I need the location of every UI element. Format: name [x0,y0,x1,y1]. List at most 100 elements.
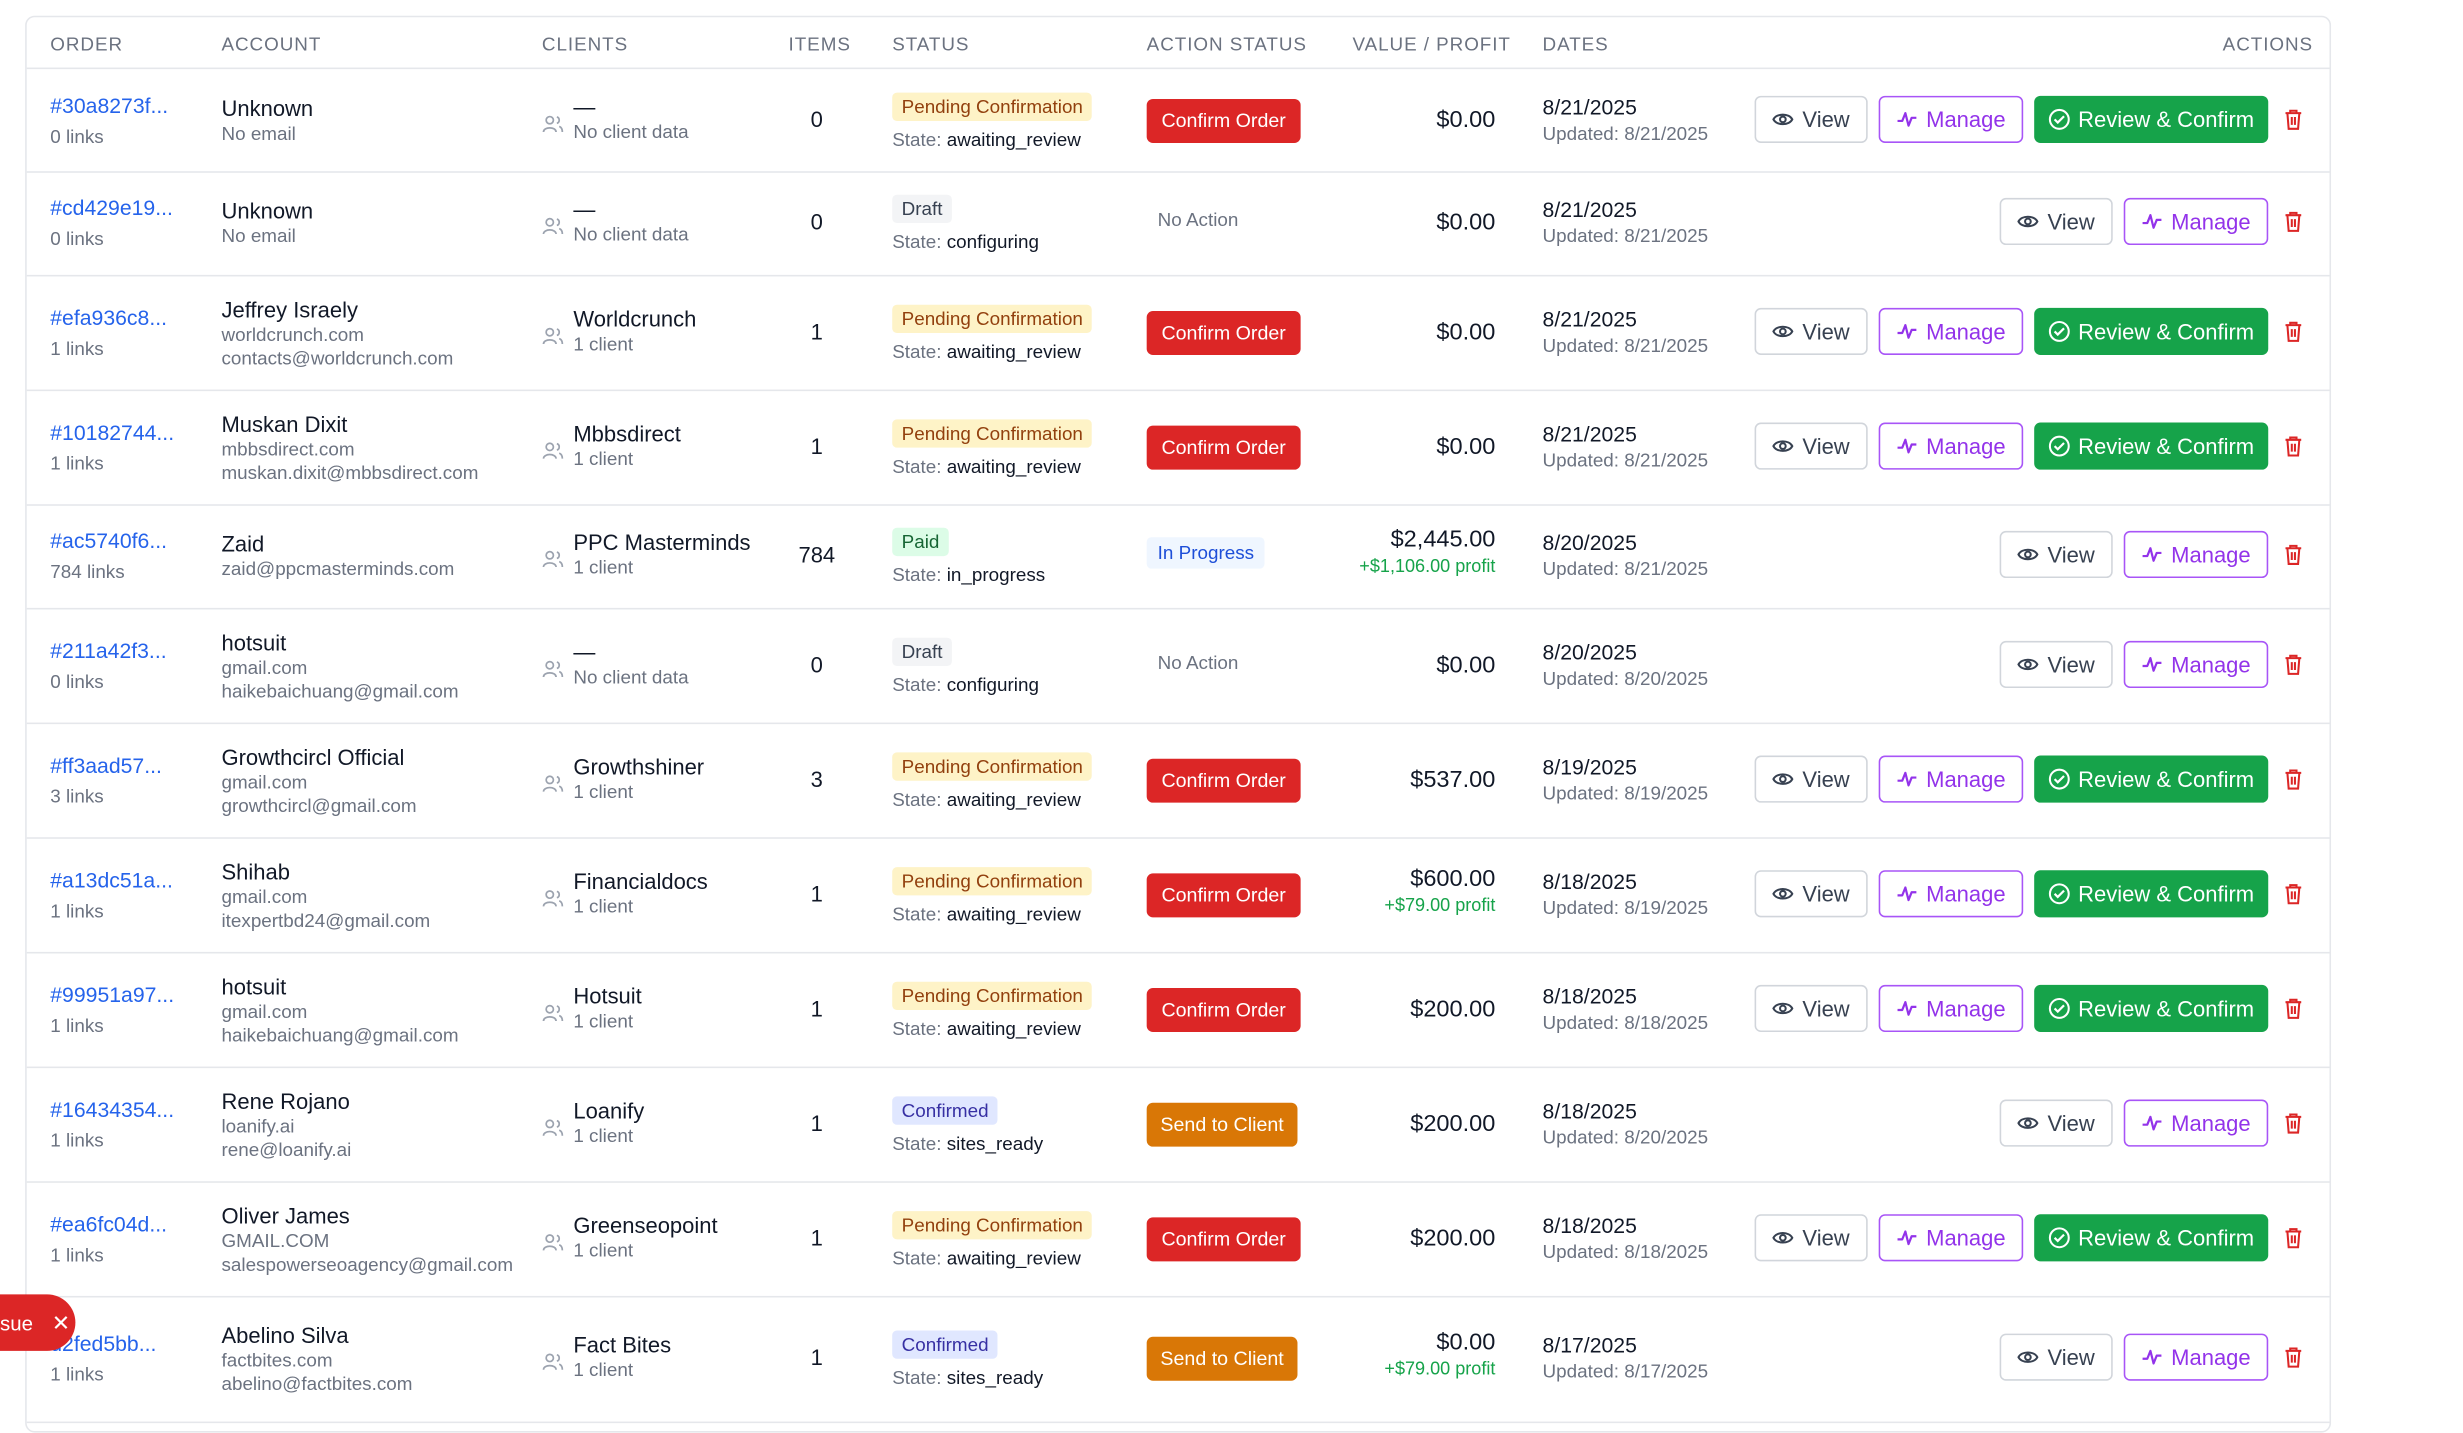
manage-button[interactable]: Manage [2123,640,2269,688]
order-links-count: 1 links [50,1013,104,1036]
manage-button[interactable]: Manage [2123,1333,2269,1381]
header-value-profit[interactable]: VALUE / PROFIT [1352,33,1510,55]
header-items[interactable]: ITEMS [789,33,851,55]
header-action-status[interactable]: ACTION STATUS [1147,33,1307,55]
state-value: configuring [946,230,1039,253]
account-detail: haikebaichuang@gmail.com [221,679,459,702]
manage-label: Manage [2171,541,2251,568]
manage-button[interactable]: Manage [2123,530,2269,579]
view-label: View [2047,541,2095,568]
state-label: State: [892,340,942,363]
manage-button[interactable]: Manage [1878,754,2024,802]
activity-icon [1896,769,1926,788]
account-detail: contacts@worldcrunch.com [221,346,454,369]
order-id-link[interactable]: #16434354... [50,1097,174,1121]
review-confirm-button[interactable]: Review & Confirm [2034,1213,2269,1261]
header-account[interactable]: ACCOUNT [221,33,321,55]
state-value: awaiting_review [946,1017,1081,1040]
view-button[interactable]: View [1754,984,1868,1032]
status-badge: Pending Confirmation [892,1210,1093,1239]
header-clients[interactable]: CLIENTS [542,33,628,55]
trash-icon[interactable] [2284,543,2306,568]
trash-icon[interactable] [2284,882,2306,907]
account-name: Shihab [221,858,290,884]
view-button[interactable]: View [1999,640,2113,688]
header-order[interactable]: ORDER [50,33,123,55]
trash-icon[interactable] [2284,1111,2306,1136]
manage-button[interactable]: Manage [1878,1213,2024,1261]
trash-icon[interactable] [2284,767,2306,792]
view-button[interactable]: View [1754,95,1868,143]
users-icon [542,439,564,459]
order-id-link[interactable]: #211a42f3... [50,639,166,663]
view-button[interactable]: View [1754,754,1868,802]
table-row: #efa936c8... 1 links Jeffrey Israely wor… [26,275,2330,392]
users-icon [542,215,564,235]
updated-date: Updated: 8/20/2025 [1542,1125,1709,1148]
users-icon [542,772,564,792]
view-button[interactable]: View [1754,421,1868,469]
header-dates[interactable]: DATES [1543,33,1609,55]
order-id-link[interactable]: #efa936c8... [50,306,167,330]
header-status[interactable]: STATUS [892,33,969,55]
view-button[interactable]: View [1999,530,2113,579]
state-line: State: configuring [892,231,1039,253]
view-label: View [1802,765,1850,791]
client-count: 1 client [573,446,634,469]
order-id-link[interactable]: #cd429e19... [50,196,173,220]
trash-icon[interactable] [2284,210,2306,235]
review-confirm-button[interactable]: Review & Confirm [2034,984,2269,1032]
review-confirm-button[interactable]: Review & Confirm [2034,869,2269,917]
order-links-count: 1 links [50,336,104,359]
account-detail: No email [221,224,296,247]
trash-icon[interactable] [2284,653,2306,678]
trash-icon[interactable] [2284,108,2306,133]
state-line: State: awaiting_review [892,788,1092,810]
trash-icon[interactable] [2284,997,2306,1022]
order-id-link[interactable]: #ff3aad57... [50,753,162,777]
view-label: View [2047,1344,2095,1370]
manage-label: Manage [2171,208,2251,235]
trash-icon[interactable] [2284,434,2306,459]
view-button[interactable]: View [1999,197,2113,246]
account-detail: worldcrunch.com [221,322,364,345]
order-id-link[interactable]: #10182744... [50,420,174,444]
manage-button[interactable]: Manage [2123,197,2269,246]
trash-icon[interactable] [2284,320,2306,345]
eye-icon [2018,547,2048,563]
manage-button[interactable]: Manage [1878,869,2024,917]
items-count: 1 [810,880,823,906]
view-button[interactable]: View [1999,1098,2113,1146]
manage-button[interactable]: Manage [1878,984,2024,1032]
view-button[interactable]: View [1754,307,1868,355]
updated-date: Updated: 8/21/2025 [1542,224,1709,247]
status-badge: Pending Confirmation [892,751,1093,780]
updated-date: Updated: 8/21/2025 [1542,557,1709,580]
view-button[interactable]: View [1754,1213,1868,1261]
order-id-link[interactable]: #ea6fc04d... [50,1212,167,1236]
review-confirm-button[interactable]: Review & Confirm [2034,421,2269,469]
review-confirm-button[interactable]: Review & Confirm [2034,754,2269,802]
review-confirm-button[interactable]: Review & Confirm [2034,307,2269,355]
review-label: Review & Confirm [2078,432,2255,458]
order-id-link[interactable]: #a13dc51a... [50,868,173,892]
order-id-link[interactable]: #ac5740f6... [50,529,167,553]
manage-button[interactable]: Manage [1878,307,2024,355]
error-toast[interactable]: sue ✕ [0,1294,76,1351]
order-id-link[interactable]: #30a8273f... [50,93,168,117]
trash-icon[interactable] [2284,1346,2306,1371]
manage-button[interactable]: Manage [2123,1098,2269,1146]
manage-button[interactable]: Manage [1878,421,2024,469]
order-id-link[interactable]: #99951a97... [50,983,174,1007]
account-name: Zaid [221,530,265,557]
client-count: 1 client [573,556,634,579]
view-button[interactable]: View [1754,869,1868,917]
updated-date: Updated: 8/19/2025 [1542,781,1709,804]
manage-button[interactable]: Manage [1878,95,2024,143]
view-button[interactable]: View [1999,1333,2113,1381]
check-circle-icon [2048,767,2078,789]
trash-icon[interactable] [2284,1226,2306,1251]
account-detail: GMAIL.COM [221,1229,330,1252]
close-icon[interactable]: ✕ [52,1309,70,1336]
review-confirm-button[interactable]: Review & Confirm [2034,95,2269,143]
